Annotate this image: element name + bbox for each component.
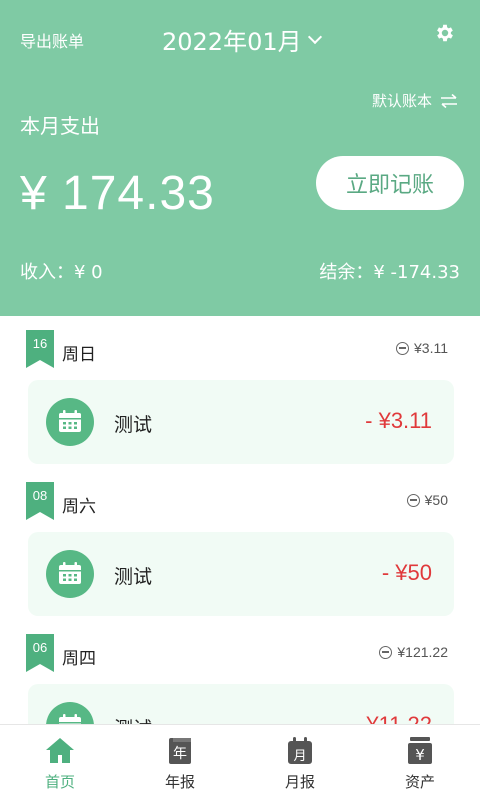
- transaction-name: 测试: [114, 714, 152, 724]
- swap-icon: [441, 93, 457, 108]
- nav-assets[interactable]: ¥ 资产: [360, 725, 480, 800]
- transaction-name: 测试: [114, 414, 153, 436]
- nav-label: 首页: [44, 773, 75, 791]
- transaction-amount: - ¥11.22: [353, 712, 432, 724]
- nav-home[interactable]: 首页: [0, 725, 120, 800]
- assets-icon: ¥: [408, 737, 432, 764]
- transaction-item[interactable]: 测试 - ¥50: [28, 532, 454, 616]
- nav-label: 年报: [164, 773, 195, 791]
- day-total-amount: ¥50: [424, 492, 448, 508]
- day-weekday: 周六: [62, 497, 96, 517]
- day-date: 08: [32, 488, 48, 503]
- bottom-nav: 首页 年 年报 月 月报 ¥ 资产: [0, 724, 480, 800]
- date-ribbon-icon: 16: [26, 330, 54, 368]
- calendar-icon: [46, 702, 94, 724]
- account-book-switch[interactable]: 默认账本: [372, 90, 458, 111]
- day-total: ¥50: [406, 492, 448, 508]
- transaction-amount: - ¥3.11: [365, 408, 432, 433]
- account-book-label: 默认账本: [371, 92, 432, 110]
- date-ribbon-icon: 08: [26, 482, 54, 520]
- transaction-list[interactable]: 16 周日 ¥3.11 测试 - ¥3.11 08 周六 ¥50 测试 - ¥5…: [0, 316, 480, 724]
- day-total-amount: ¥3.11: [414, 340, 448, 356]
- minus-circle-icon: [379, 645, 393, 659]
- gear-icon[interactable]: [434, 22, 456, 44]
- minus-circle-icon: [406, 493, 420, 507]
- transaction-item[interactable]: 测试 - ¥3.11: [28, 380, 454, 464]
- chevron-down-icon: [307, 29, 322, 44]
- day-date: 16: [32, 336, 48, 351]
- day-weekday: 周日: [62, 345, 96, 365]
- month-report-icon: 月: [288, 737, 312, 764]
- transaction-item[interactable]: 测试 - ¥11.22: [28, 684, 454, 724]
- month-label: 2022年01月: [162, 28, 302, 56]
- transaction-name: 测试: [114, 566, 153, 588]
- day-total: ¥121.22: [379, 644, 448, 660]
- date-ribbon-icon: 06: [26, 634, 54, 672]
- day-weekday: 周四: [62, 649, 96, 669]
- transaction-amount: - ¥50: [381, 560, 432, 585]
- nav-label: 资产: [404, 773, 435, 791]
- minus-circle-icon: [396, 341, 409, 355]
- monthly-expense-label: 本月支出: [20, 114, 100, 138]
- nav-label: 月报: [284, 773, 315, 791]
- svg-text:¥: ¥: [415, 746, 425, 764]
- day-total-amount: ¥121.22: [397, 644, 448, 660]
- nav-month-report[interactable]: 月 月报: [240, 725, 360, 800]
- home-icon: [46, 738, 74, 763]
- balance-summary: 结余：¥ -174.33: [319, 262, 460, 283]
- calendar-icon: [46, 550, 94, 598]
- year-report-icon: 年: [169, 738, 191, 764]
- svg-text:月: 月: [293, 749, 306, 764]
- day-date: 06: [32, 640, 48, 655]
- record-now-button[interactable]: 立即记账: [316, 156, 464, 210]
- day-total: ¥3.11: [396, 340, 448, 356]
- monthly-expense-amount: ¥ 174.33: [20, 167, 215, 220]
- nav-year-report[interactable]: 年 年报: [120, 725, 240, 800]
- summary-header: 导出账单 2022年01月 默认账本 本月支出 ¥ 174.33 立即记账 收入…: [0, 0, 480, 316]
- export-bill-button[interactable]: 导出账单: [20, 28, 84, 52]
- svg-text:年: 年: [173, 746, 187, 762]
- calendar-icon: [46, 398, 94, 446]
- income-summary: 收入：¥ 0: [20, 262, 103, 283]
- month-selector[interactable]: 2022年01月: [162, 22, 322, 57]
